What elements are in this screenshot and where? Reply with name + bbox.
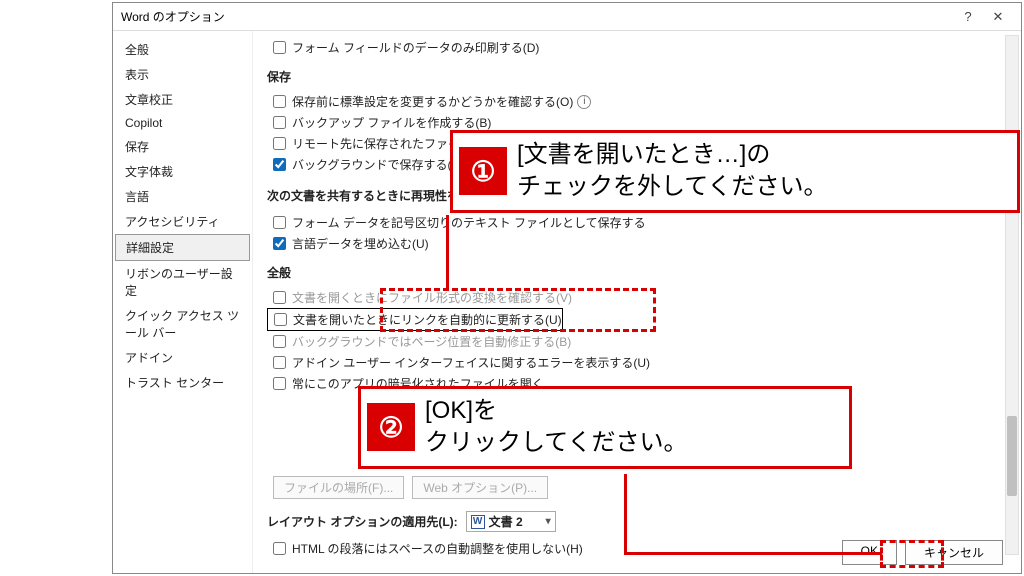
- label-bg-repage: バックグラウンドではページ位置を自動修正する(B): [292, 333, 571, 350]
- option-auto-update-links[interactable]: 文書を開いたときにリンクを自動的に更新する(U): [267, 308, 563, 331]
- callout-2: ② [OK]を クリックしてください。: [358, 386, 852, 469]
- file-locations-button[interactable]: ファイルの場所(F)...: [273, 476, 404, 499]
- option-print-form-data[interactable]: フォーム フィールドのデータのみ印刷する(D): [267, 37, 1007, 58]
- label-form-delim: フォーム データを記号区切りのテキスト ファイルとして保存する: [292, 214, 646, 231]
- checkbox-form-delim[interactable]: [273, 216, 286, 229]
- sidebar-item-copilot[interactable]: Copilot: [115, 112, 250, 134]
- window-title: Word のオプション: [121, 8, 953, 25]
- dialog-body: 全般 表示 文章校正 Copilot 保存 文字体裁 言語 アクセシビリティ 詳…: [113, 31, 1021, 573]
- sidebar-item-ribbon[interactable]: リボンのユーザー設定: [115, 261, 250, 303]
- checkbox-print-form-data[interactable]: [273, 41, 286, 54]
- label-save-prompt: 保存前に標準設定を変更するかどうかを確認する(O): [292, 93, 573, 110]
- callout-1-badge: ①: [459, 147, 507, 195]
- checkbox-encrypted-files[interactable]: [273, 377, 286, 390]
- label-print-form-data: フォーム フィールドのデータのみ印刷する(D): [292, 39, 539, 56]
- callout-1: ① [文書を開いたとき…]の チェックを外してください。: [450, 130, 1020, 213]
- checkbox-save-remote[interactable]: [273, 137, 286, 150]
- sidebar-item-language[interactable]: 言語: [115, 184, 250, 209]
- checkbox-save-background[interactable]: [273, 158, 286, 171]
- label-auto-update-links: 文書を開いたときにリンクを自動的に更新する(U): [293, 311, 562, 328]
- option-form-delim[interactable]: フォーム データを記号区切りのテキスト ファイルとして保存する: [267, 212, 1007, 233]
- web-options-button[interactable]: Web オプション(P)...: [412, 476, 548, 499]
- sidebar-item-proofing[interactable]: 文章校正: [115, 87, 250, 112]
- checkbox-html-spacing[interactable]: [273, 542, 286, 555]
- layout-doc-dropdown[interactable]: W 文書 2 ▾: [466, 511, 556, 532]
- leader-line-1: [446, 215, 449, 291]
- info-icon[interactable]: i: [577, 95, 591, 109]
- sidebar-item-typography[interactable]: 文字体裁: [115, 159, 250, 184]
- chevron-down-icon: ▾: [540, 516, 551, 527]
- callout-2-badge: ②: [367, 403, 415, 451]
- sidebar-item-trust[interactable]: トラスト センター: [115, 370, 250, 395]
- label-confirm-convert: 文書を開くときにファイル形式の変換を確認する(V): [292, 289, 572, 306]
- callout-1-text: [文書を開いたとき…]の チェックを外してください。: [513, 133, 842, 210]
- word-icon: W: [471, 515, 485, 529]
- content-pane: フォーム フィールドのデータのみ印刷する(D) 保存 保存前に標準設定を変更する…: [253, 31, 1021, 573]
- checkbox-confirm-convert[interactable]: [273, 291, 286, 304]
- sidebar-item-advanced[interactable]: 詳細設定: [115, 234, 250, 261]
- option-bg-repage[interactable]: バックグラウンドではページ位置を自動修正する(B): [267, 331, 1007, 352]
- checkbox-bg-repage[interactable]: [273, 335, 286, 348]
- cancel-button[interactable]: キャンセル: [905, 540, 1003, 565]
- checkbox-auto-update-links[interactable]: [274, 313, 287, 326]
- leader-line-2v: [624, 474, 627, 552]
- help-icon[interactable]: ?: [953, 9, 983, 24]
- sidebar: 全般 表示 文章校正 Copilot 保存 文字体裁 言語 アクセシビリティ 詳…: [113, 31, 253, 573]
- option-save-prompt[interactable]: 保存前に標準設定を変更するかどうかを確認する(O) i: [267, 91, 1007, 112]
- label-html-spacing: HTML の段落にはスペースの自動調整を使用しない(H): [292, 540, 583, 557]
- word-options-dialog: Word のオプション ? ✕ 全般 表示 文章校正 Copilot 保存 文字…: [112, 2, 1022, 574]
- option-embed-lang[interactable]: 言語データを埋め込む(U): [267, 233, 1007, 254]
- option-addin-errors[interactable]: アドイン ユーザー インターフェイスに関するエラーを表示する(U): [267, 352, 1007, 373]
- sidebar-item-accessibility[interactable]: アクセシビリティ: [115, 209, 250, 234]
- section-general: 全般: [267, 264, 1007, 281]
- section-layout: レイアウト オプションの適用先(L): W 文書 2 ▾: [267, 511, 1007, 532]
- sidebar-item-qat[interactable]: クイック アクセス ツール バー: [115, 303, 250, 345]
- checkbox-embed-lang[interactable]: [273, 237, 286, 250]
- checkbox-save-prompt[interactable]: [273, 95, 286, 108]
- checkbox-save-backup[interactable]: [273, 116, 286, 129]
- label-layout-target: レイアウト オプションの適用先(L):: [267, 513, 458, 530]
- sub-buttons-row: ファイルの場所(F)... Web オプション(P)...: [267, 474, 1007, 501]
- sidebar-item-save[interactable]: 保存: [115, 134, 250, 159]
- scrollbar[interactable]: [1005, 35, 1019, 555]
- label-addin-errors: アドイン ユーザー インターフェイスに関するエラーを表示する(U): [292, 354, 650, 371]
- callout-2-text: [OK]を クリックしてください。: [421, 389, 702, 466]
- sidebar-item-display[interactable]: 表示: [115, 62, 250, 87]
- close-icon[interactable]: ✕: [983, 9, 1013, 25]
- option-confirm-convert[interactable]: 文書を開くときにファイル形式の変換を確認する(V): [267, 287, 1007, 308]
- checkbox-addin-errors[interactable]: [273, 356, 286, 369]
- layout-doc-value: 文書 2: [489, 513, 523, 530]
- label-save-backup: バックアップ ファイルを作成する(B): [292, 114, 491, 131]
- scrollbar-thumb[interactable]: [1007, 416, 1017, 496]
- sidebar-item-addins[interactable]: アドイン: [115, 345, 250, 370]
- sidebar-item-general[interactable]: 全般: [115, 37, 250, 62]
- label-save-background: バックグラウンドで保存する(A): [292, 156, 464, 173]
- section-save: 保存: [267, 68, 1007, 85]
- titlebar: Word のオプション ? ✕: [113, 3, 1021, 31]
- leader-line-2h: [624, 552, 882, 555]
- label-embed-lang: 言語データを埋め込む(U): [292, 235, 429, 252]
